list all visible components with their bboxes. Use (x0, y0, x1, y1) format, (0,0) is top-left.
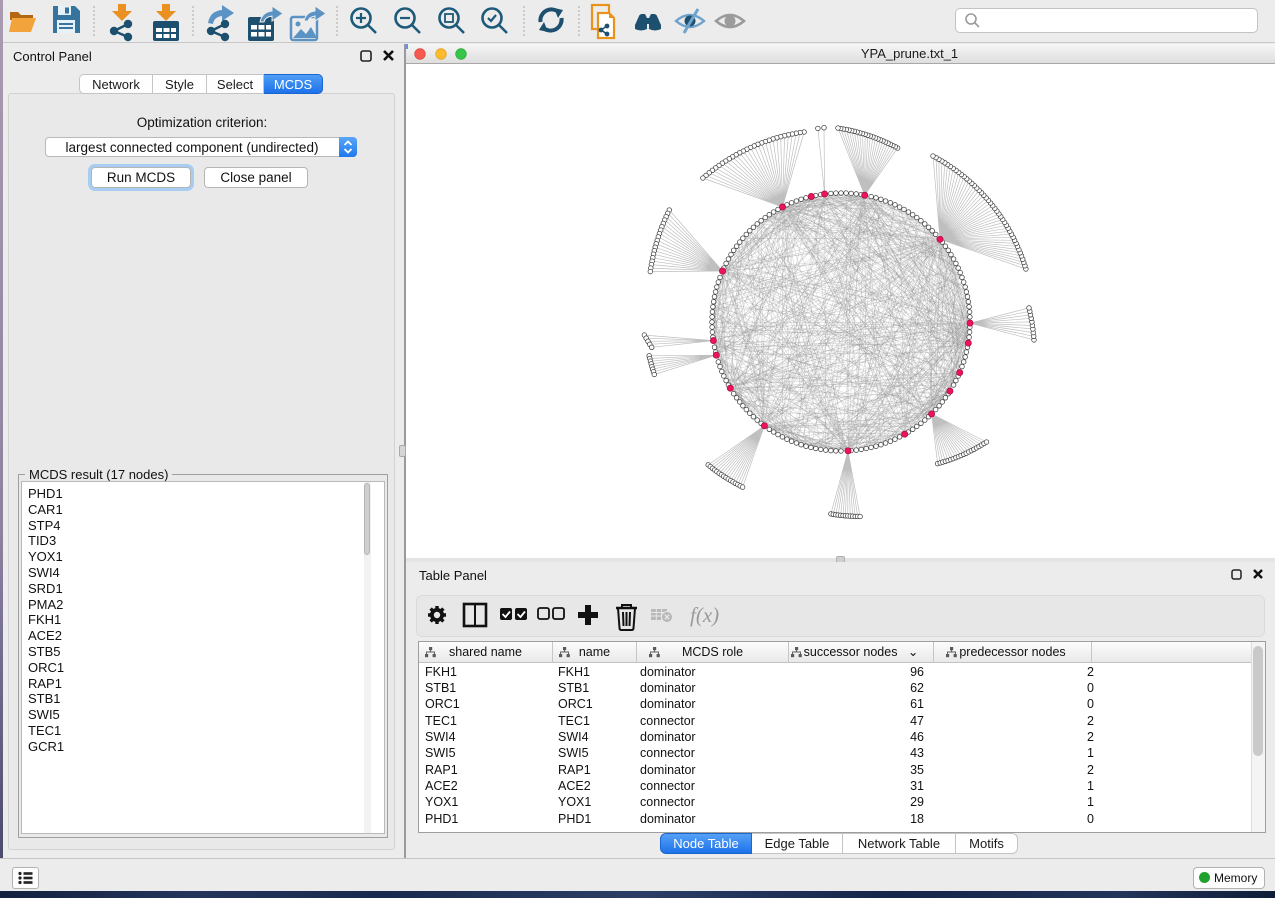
svg-text:f(x): f(x) (690, 603, 719, 627)
